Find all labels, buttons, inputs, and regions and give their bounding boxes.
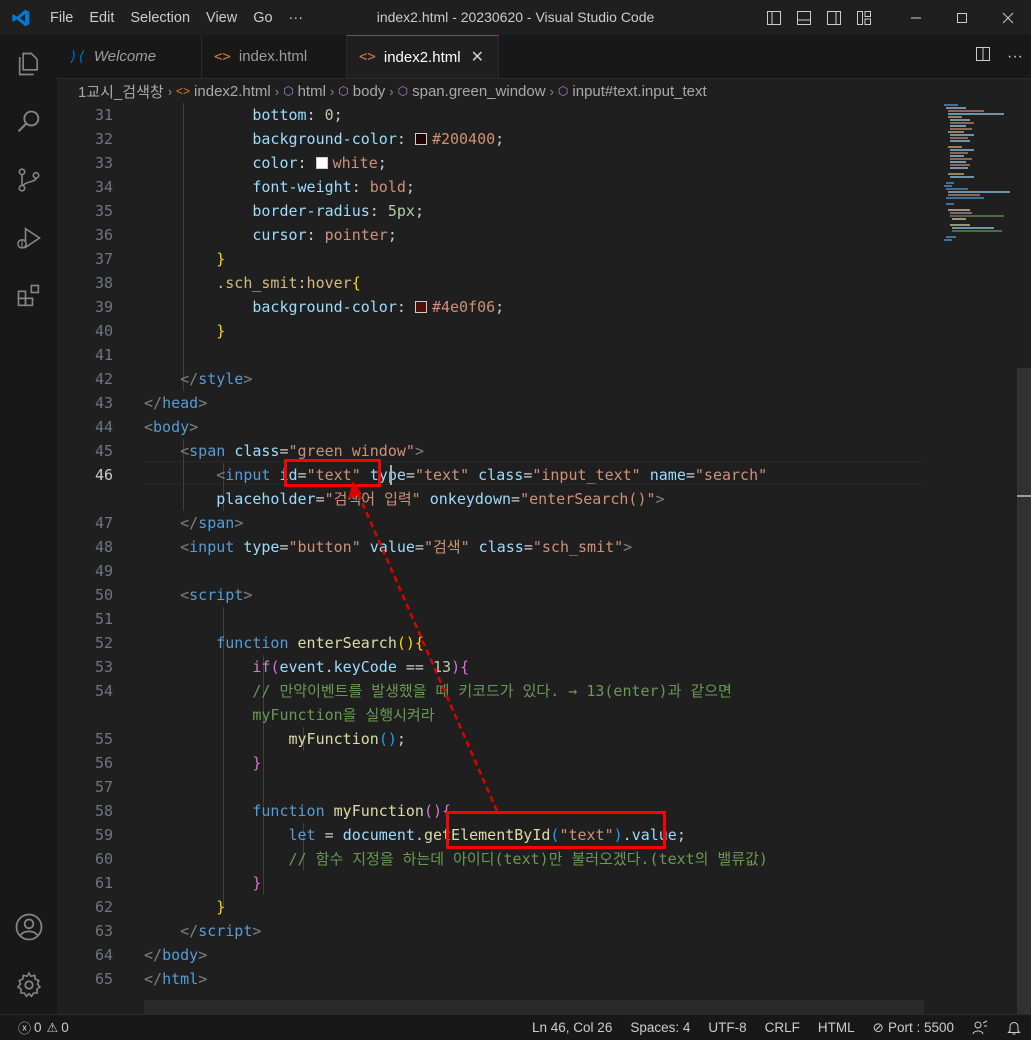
minimap[interactable] [944,103,1014,1014]
editor-tabs: ⟩⟨ Welcome <> index.html <> index2.html … [57,35,1031,79]
live-server-port[interactable]: ⊘ Port : 5500 [864,1020,963,1036]
html-file-icon: <> [214,48,231,65]
breadcrumb-input[interactable]: input#text.input_text [572,83,706,100]
tab-index2[interactable]: <> index2.html ✕ [347,35,499,78]
horizontal-scrollbar[interactable] [144,1000,924,1014]
menu-selection[interactable]: Selection [122,10,198,26]
menu-bar: File Edit Selection View Go ··· [42,0,311,35]
settings-gear-icon[interactable] [0,956,57,1014]
minimize-icon[interactable] [893,0,939,35]
notifications-bell-icon[interactable] [997,1020,1031,1036]
search-icon[interactable] [0,93,57,151]
symbol-icon: ⬡ [557,84,569,98]
toggle-secondary-sidebar-icon[interactable] [819,0,849,35]
menu-more[interactable]: ··· [281,10,312,26]
line-ending[interactable]: CRLF [756,1020,809,1035]
encoding[interactable]: UTF-8 [699,1020,755,1035]
cursor-position-marker [1017,495,1031,497]
window-title: index2.html - 20230620 - Visual Studio C… [376,9,655,25]
chevron-right-icon: › [549,83,554,99]
breadcrumb-file[interactable]: index2.html [194,83,271,100]
html-file-icon: <> [176,84,191,98]
breadcrumb-folder[interactable]: 1교시_검색창 [78,81,164,102]
language-mode[interactable]: HTML [809,1020,864,1035]
source-control-icon[interactable] [0,151,57,209]
chevron-right-icon: › [167,83,173,99]
menu-file[interactable]: File [42,10,81,26]
cursor-position[interactable]: Ln 46, Col 26 [523,1020,621,1035]
extensions-icon[interactable] [0,267,57,325]
symbol-icon: ⬡ [283,84,294,98]
account-icon[interactable] [0,898,57,956]
toggle-primary-sidebar-icon[interactable] [759,0,789,35]
status-bar: ⓧ 0 ⚠ 0 Ln 46, Col 26 Spaces: 4 UTF-8 CR… [0,1014,1031,1040]
customize-layout-icon[interactable] [849,0,879,35]
port-label: Port : 5500 [887,1020,954,1035]
tab-label: index.html [238,48,308,65]
vscode-icon: ⟩⟨ [69,48,86,65]
menu-view[interactable]: View [198,10,245,26]
menu-go[interactable]: Go [245,10,280,26]
chevron-right-icon: › [389,83,394,99]
breadcrumb-span[interactable]: span.green_window [412,83,545,100]
broadcast-icon: ⊘ [872,1019,884,1035]
annotation-arrow [348,481,499,812]
scrollbar-thumb[interactable] [1017,368,1031,1014]
close-window-icon[interactable] [985,0,1031,35]
breadcrumb-html[interactable]: html [298,83,326,100]
symbol-icon: ⬡ [338,84,349,98]
feedback-icon[interactable] [963,1020,997,1036]
html-file-icon: <> [359,49,376,65]
toggle-panel-icon[interactable] [789,0,819,35]
breadcrumb-body[interactable]: body [353,83,386,100]
explorer-icon[interactable] [0,35,57,93]
more-actions-icon[interactable]: ··· [999,48,1031,66]
indentation[interactable]: Spaces: 4 [621,1020,699,1035]
error-icon[interactable]: ⓧ [18,1018,31,1037]
error-count[interactable]: 0 [34,1020,42,1035]
close-tab-icon[interactable]: ✕ [471,47,484,67]
vscode-logo-icon [0,0,42,35]
vertical-scrollbar[interactable] [1017,103,1031,1014]
chevron-right-icon: › [274,83,280,99]
tab-label: Welcome [93,48,157,65]
warning-count[interactable]: 0 [61,1020,69,1035]
code-editor[interactable]: 31 32 33 34 35 36 37 38 39 40 41 42 43 44 45 46 47 48 49 50… [57,103,1031,1014]
maximize-icon[interactable] [939,0,985,35]
tab-welcome[interactable]: ⟩⟨ Welcome [57,35,202,78]
tab-index[interactable]: <> index.html [202,35,347,78]
tab-label: index2.html [383,48,461,66]
run-debug-icon[interactable] [0,209,57,267]
symbol-icon: ⬡ [397,84,409,98]
warning-icon[interactable]: ⚠ [47,1020,59,1036]
menu-edit[interactable]: Edit [81,10,122,26]
breadcrumb: 1교시_검색창 › <> index2.html › ⬡ html › ⬡ bo… [57,79,1031,103]
split-editor-icon[interactable] [967,46,999,67]
chevron-right-icon: › [329,83,335,99]
activity-bar [0,35,57,1014]
title-bar: File Edit Selection View Go ··· index2.h… [0,0,1031,35]
